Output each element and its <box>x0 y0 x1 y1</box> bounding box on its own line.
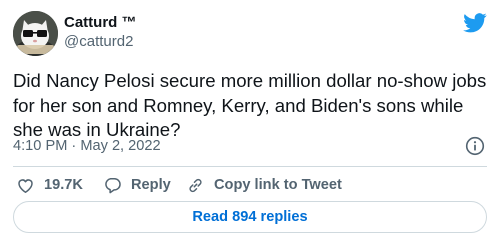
author-handle[interactable]: @catturd2 <box>64 33 133 50</box>
tweet-text: Did Nancy Pelosi secure more million dol… <box>13 70 487 140</box>
copy-link-button[interactable]: Copy link to Tweet <box>186 175 342 195</box>
speech-bubble-icon <box>105 177 121 193</box>
read-replies-button[interactable]: Read 894 replies <box>13 201 487 233</box>
link-chain-icon <box>189 178 202 192</box>
tweet-timestamp[interactable]: 4:10 PM · May 2, 2022 <box>13 138 161 154</box>
avatar[interactable] <box>13 11 58 56</box>
reply-button[interactable]: Reply <box>103 175 171 195</box>
heart-icon <box>18 178 33 193</box>
info-icon[interactable] <box>465 136 485 156</box>
like-button[interactable]: 19.7K <box>16 175 83 195</box>
like-count: 19.7K <box>44 177 83 193</box>
copy-link-label: Copy link to Tweet <box>214 177 342 193</box>
reply-label: Reply <box>131 177 171 193</box>
author-display-name[interactable]: Catturd ™ <box>64 14 137 31</box>
divider <box>13 166 487 167</box>
twitter-bird-icon[interactable] <box>463 13 487 33</box>
embedded-tweet-card: Catturd ™ @catturd2 Did Nancy Pelosi sec… <box>0 0 500 246</box>
